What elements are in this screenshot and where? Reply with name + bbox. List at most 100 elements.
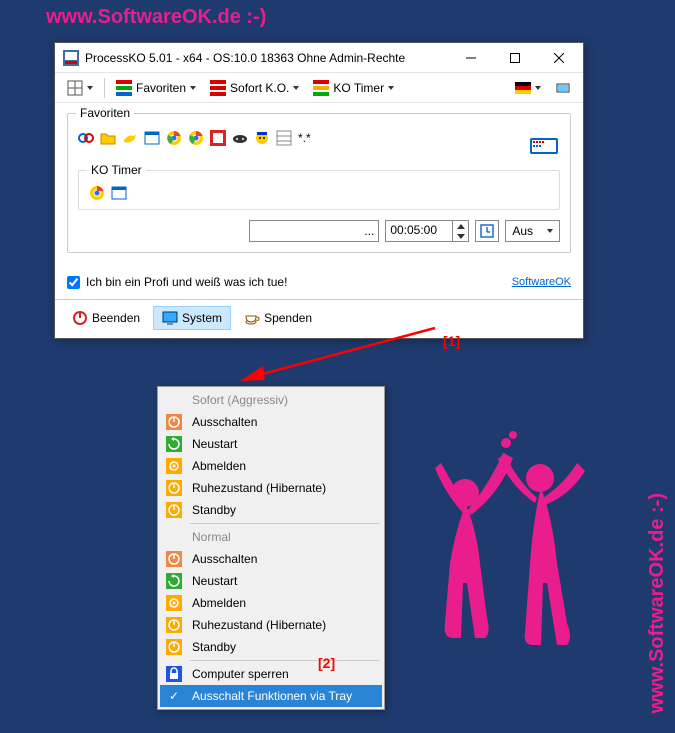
aus-label: Aus: [512, 224, 533, 238]
favoriten-group: Favoriten *.* KO Timer: [67, 113, 571, 253]
fav-icon-chrome[interactable]: [166, 130, 182, 146]
logout-icon: [166, 458, 182, 474]
toolbar-flag-button[interactable]: [509, 76, 547, 100]
profi-checkbox-label[interactable]: Ich bin ein Profi und weiß was ich tue!: [67, 275, 287, 289]
aus-dropdown[interactable]: Aus: [505, 220, 560, 242]
menu-lock[interactable]: Computer sperren: [160, 663, 382, 685]
titlebar[interactable]: ProcessKO 5.01 - x64 - OS:10.0 18363 Ohn…: [55, 43, 583, 73]
spin-down[interactable]: [453, 231, 468, 241]
toolbar-favoriten-label: Favoriten: [136, 81, 186, 95]
profi-label-text: Ich bin ein Profi und weiß was ich tue!: [86, 275, 287, 289]
check-icon: ✓: [166, 688, 182, 704]
fav-icon-grid[interactable]: [276, 130, 292, 146]
menu-standby-normal[interactable]: Standby: [160, 636, 382, 658]
beenden-label: Beenden: [92, 311, 140, 325]
menu-header-normal: Normal: [160, 526, 382, 548]
hibernate-icon: [166, 617, 182, 633]
system-label: System: [182, 311, 222, 325]
fav-icon-red[interactable]: [210, 130, 226, 146]
close-button[interactable]: [537, 44, 581, 72]
ko-timer-legend: KO Timer: [87, 163, 146, 177]
annotation-1: [1]: [443, 333, 460, 349]
fav-icon-bird[interactable]: [122, 130, 138, 146]
timer-icon: [313, 80, 329, 96]
menu-ausschalten-aggressive[interactable]: Ausschalten: [160, 411, 382, 433]
time-value[interactable]: 00:05:00: [386, 221, 452, 241]
favoriten-icon: [116, 80, 132, 96]
window-title: ProcessKO 5.01 - x64 - OS:10.0 18363 Ohn…: [85, 51, 449, 65]
menu-label: Standby: [192, 640, 236, 654]
app-icon: [63, 50, 79, 66]
menu-neustart-aggressive[interactable]: Neustart: [160, 433, 382, 455]
softwareok-link[interactable]: SoftwareOK: [512, 276, 571, 288]
caret-down-icon: [293, 86, 299, 90]
menu-standby-aggressive[interactable]: Standby: [160, 499, 382, 521]
ko-icon-chrome[interactable]: [89, 185, 105, 201]
power-icon: [166, 551, 182, 567]
toolbar-sofort[interactable]: Sofort K.O.: [204, 76, 305, 100]
system-button[interactable]: System: [153, 306, 231, 330]
favoriten-legend: Favoriten: [76, 106, 134, 120]
power-icon: [72, 310, 88, 326]
maximize-button[interactable]: [493, 44, 537, 72]
clock-button[interactable]: [475, 220, 499, 242]
fav-icon-chrome2[interactable]: [188, 130, 204, 146]
fav-icon-window[interactable]: [144, 130, 160, 146]
path-input[interactable]: ...: [249, 220, 379, 242]
toolbar-grid-button[interactable]: [61, 76, 99, 100]
fav-icon-1[interactable]: [78, 130, 94, 146]
fav-wildcard[interactable]: *.*: [298, 131, 311, 145]
timer-controls: ... 00:05:00 Aus: [78, 220, 560, 242]
toolbar-timer-label: KO Timer: [333, 81, 384, 95]
spin-up[interactable]: [453, 221, 468, 231]
toolbar-timer[interactable]: KO Timer: [307, 76, 400, 100]
logout-icon: [166, 595, 182, 611]
standby-icon: [166, 502, 182, 518]
minimize-button[interactable]: [449, 44, 493, 72]
caret-down-icon: [547, 229, 553, 233]
menu-hibernate-aggressive[interactable]: Ruhezustand (Hibernate): [160, 477, 382, 499]
menu-abmelden-aggressive[interactable]: Abmelden: [160, 455, 382, 477]
menu-label: Abmelden: [192, 459, 246, 473]
fav-icon-folder[interactable]: [100, 130, 116, 146]
menu-tray-functions[interactable]: ✓ Ausschalt Funktionen via Tray: [160, 685, 382, 707]
restart-icon: [166, 573, 182, 589]
toolbar-favoriten[interactable]: Favoriten: [110, 76, 202, 100]
menu-label: Abmelden: [192, 596, 246, 610]
flag-de-icon: [515, 80, 531, 96]
menu-label: Computer sperren: [192, 667, 289, 681]
separator: [104, 78, 105, 98]
menu-abmelden-normal[interactable]: Abmelden: [160, 592, 382, 614]
bottom-bar: Beenden System Spenden: [55, 299, 583, 338]
keyboard-icon[interactable]: [528, 130, 560, 162]
profi-checkbox[interactable]: [67, 276, 80, 289]
toolbar-tray-button[interactable]: [549, 76, 577, 100]
fav-icon-face[interactable]: [254, 130, 270, 146]
path-browse[interactable]: ...: [364, 224, 374, 238]
menu-hibernate-normal[interactable]: Ruhezustand (Hibernate): [160, 614, 382, 636]
menu-separator: [190, 523, 380, 524]
spenden-label: Spenden: [264, 311, 312, 325]
hibernate-icon: [166, 480, 182, 496]
menu-label: Ausschalten: [192, 552, 257, 566]
caret-down-icon: [535, 86, 541, 90]
restart-icon: [166, 436, 182, 452]
spenden-button[interactable]: Spenden: [235, 306, 321, 330]
menu-label: Ausschalten: [192, 415, 257, 429]
menu-ausschalten-normal[interactable]: Ausschalten: [160, 548, 382, 570]
menu-label: Standby: [192, 503, 236, 517]
grid-icon: [67, 80, 83, 96]
fav-icon-gamepad[interactable]: [232, 130, 248, 146]
beenden-button[interactable]: Beenden: [63, 306, 149, 330]
menu-label: Ruhezustand (Hibernate): [192, 481, 326, 495]
lock-icon: [166, 666, 182, 682]
favoriten-icons: *.*: [78, 130, 311, 146]
ko-icon-window[interactable]: [111, 185, 127, 201]
coffee-icon: [244, 310, 260, 326]
tray-icon: [555, 80, 571, 96]
menu-neustart-normal[interactable]: Neustart: [160, 570, 382, 592]
watermark-top: www.SoftwareOK.de :-): [46, 6, 266, 29]
time-spinner[interactable]: 00:05:00: [385, 220, 469, 242]
menu-label: Ausschalt Funktionen via Tray: [192, 689, 352, 703]
footer-row: Ich bin ein Profi und weiß was ich tue! …: [55, 269, 583, 299]
